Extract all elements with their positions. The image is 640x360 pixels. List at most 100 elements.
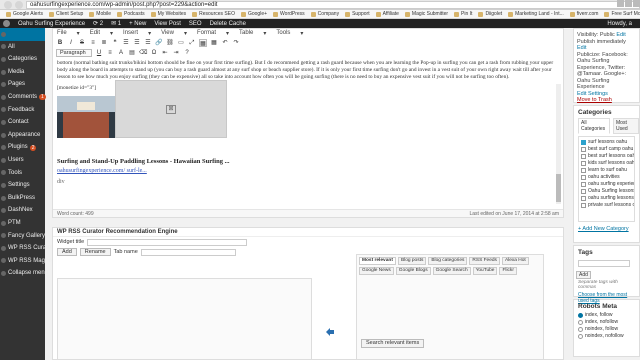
editor-menu-item[interactable]: Tools (276, 30, 290, 36)
seo-menu[interactable]: SEO (189, 21, 202, 27)
minimize-icon[interactable] (617, 0, 624, 7)
bookmark-item[interactable]: Free Surf Movies (604, 11, 640, 17)
source-tab[interactable]: Google Blogs (395, 267, 431, 275)
format-select[interactable]: Paragraph (56, 49, 92, 57)
sidebar-item[interactable]: Comments 1 (0, 91, 46, 104)
publish-edit-link[interactable]: Edit (577, 45, 586, 51)
editor-menu-item[interactable]: View (161, 30, 174, 36)
align-right-icon[interactable]: ☰ (144, 39, 152, 47)
paste-text-icon[interactable]: ▤ (128, 49, 136, 57)
comments-count[interactable]: ✉ 1 (111, 20, 121, 27)
forward-icon[interactable] (15, 0, 23, 9)
source-tab[interactable]: Blog posts (397, 257, 427, 265)
italic-icon[interactable]: I (67, 39, 75, 47)
category-item[interactable]: oahu surfing lessons (581, 195, 634, 202)
editor-menu-item[interactable]: Edit (90, 30, 100, 36)
curated-link[interactable]: oahusurfingexperience.com/ surf-le... (57, 168, 559, 175)
special-char-icon[interactable]: Ω (150, 49, 158, 57)
text-color-icon[interactable]: A (117, 49, 125, 57)
bookmark-item[interactable]: WordPress (273, 11, 305, 17)
table-icon[interactable]: ▦ (210, 39, 218, 47)
source-tab[interactable]: RSS Feeds (469, 257, 500, 265)
howdy-user[interactable]: Howdy, a (607, 21, 632, 27)
category-item[interactable]: learn to surf oahu (581, 167, 632, 174)
back-icon[interactable] (4, 0, 12, 9)
align-center-icon[interactable]: ☰ (133, 39, 141, 47)
sidebar-item[interactable]: WP RSS Magnet (0, 255, 53, 268)
sidebar-item[interactable] (0, 28, 45, 41)
site-name-link[interactable]: Oahu Surfing Experience (18, 21, 85, 27)
sidebar-item[interactable]: Collapse menu (0, 267, 48, 280)
bullet-list-icon[interactable]: ≡ (89, 39, 97, 47)
delete-cache-link[interactable]: Delete Cache (210, 21, 246, 27)
view-post-link[interactable]: View Post (154, 21, 181, 27)
robots-radio[interactable] (578, 320, 583, 325)
bookmark-item[interactable]: Marketing Land - Int... (508, 11, 564, 17)
wordpress-logo-icon[interactable] (3, 20, 10, 27)
undo-icon[interactable]: ↶ (221, 39, 229, 47)
sidebar-item[interactable]: PTM (0, 217, 45, 230)
redo-icon[interactable]: ↷ (232, 39, 240, 47)
bookmark-item[interactable]: Affiliate (375, 11, 399, 17)
tab-name-input[interactable] (140, 248, 236, 256)
more-tag-icon[interactable]: ▭ (177, 39, 185, 47)
bookmark-item[interactable]: Support (345, 11, 370, 17)
robots-option[interactable]: index, follow (574, 312, 639, 319)
sidebar-item[interactable]: Tools (0, 167, 45, 180)
editor-menu-item[interactable]: File (57, 30, 67, 36)
bookmark-item[interactable]: Magic Submitter (404, 11, 448, 17)
unlink-icon[interactable]: ⛓ (166, 39, 174, 47)
robots-option[interactable]: index, nofollow (574, 319, 639, 326)
bold-icon[interactable]: B (56, 39, 64, 47)
move-to-trash-link[interactable]: Move to Trash (577, 97, 636, 104)
source-tab[interactable]: Most relevant (359, 257, 396, 265)
robots-option[interactable]: noindex, follow (574, 326, 639, 333)
editor-menu-item[interactable]: Format (197, 30, 216, 36)
numbered-list-icon[interactable]: ≣ (100, 39, 108, 47)
category-checkbox[interactable] (581, 182, 586, 187)
category-checkbox[interactable] (581, 168, 586, 173)
indent-icon[interactable]: ⇥ (172, 49, 180, 57)
category-checkbox[interactable] (581, 203, 586, 208)
surf-photo-thumbnail[interactable] (57, 96, 115, 138)
sidebar-item[interactable]: Settings (0, 179, 45, 192)
sidebar-item[interactable]: All (0, 41, 45, 54)
bookmark-item[interactable]: Google+ (240, 11, 267, 17)
editor-menu-item[interactable]: Insert (123, 30, 138, 36)
image-edit-icon[interactable]: ⊠ (166, 104, 176, 114)
category-item[interactable]: surf lessons oahu (581, 139, 632, 146)
sidebar-item[interactable]: Fancy Gallery (0, 230, 45, 243)
widget-items-pane[interactable] (57, 278, 312, 360)
add-tag-button[interactable]: Add (576, 271, 591, 279)
category-item[interactable]: best surf camp oahu (581, 146, 633, 153)
sidebar-item[interactable]: Media (0, 66, 45, 79)
url-input[interactable]: oahusurfingexperience.com/wp-admin/post.… (26, 0, 640, 9)
updates-count[interactable]: ⟳ 2 (93, 20, 103, 27)
sidebar-item[interactable]: WP RSS Curator (0, 242, 53, 255)
category-item[interactable]: private surf lessons oahu (581, 202, 634, 209)
bookmark-item[interactable]: Company (310, 11, 339, 17)
category-item[interactable]: best surf lessons oahu (581, 153, 634, 160)
justify-icon[interactable]: ≡ (106, 49, 114, 57)
outdent-icon[interactable]: ⇤ (161, 49, 169, 57)
category-checkbox[interactable] (581, 140, 586, 145)
maximize-icon[interactable] (625, 0, 632, 7)
source-tab[interactable]: Google News (359, 267, 394, 275)
rename-tab-button[interactable]: Rename (79, 248, 111, 256)
visibility-edit-link[interactable]: Edit (616, 32, 625, 38)
category-checkbox[interactable] (581, 154, 586, 159)
add-new-category-link[interactable]: + Add New Category (574, 224, 639, 234)
bookmark-item[interactable]: Mobile (89, 11, 111, 17)
sidebar-item[interactable]: Appearance (0, 129, 45, 142)
bookmark-item[interactable]: Diigolet (478, 11, 502, 17)
robots-radio[interactable] (578, 313, 583, 318)
category-checkbox[interactable] (581, 189, 586, 194)
source-tab[interactable]: Blog categories (428, 257, 468, 265)
widget-title-input[interactable] (87, 238, 248, 246)
link-icon[interactable]: 🔗 (155, 39, 163, 47)
bookmark-item[interactable]: My Websites (150, 11, 186, 17)
bookmark-item[interactable]: Resources SEO (192, 11, 235, 17)
robots-radio[interactable] (578, 334, 583, 339)
bookmark-item[interactable]: Podcasts (117, 11, 145, 17)
tag-input[interactable] (578, 260, 630, 267)
